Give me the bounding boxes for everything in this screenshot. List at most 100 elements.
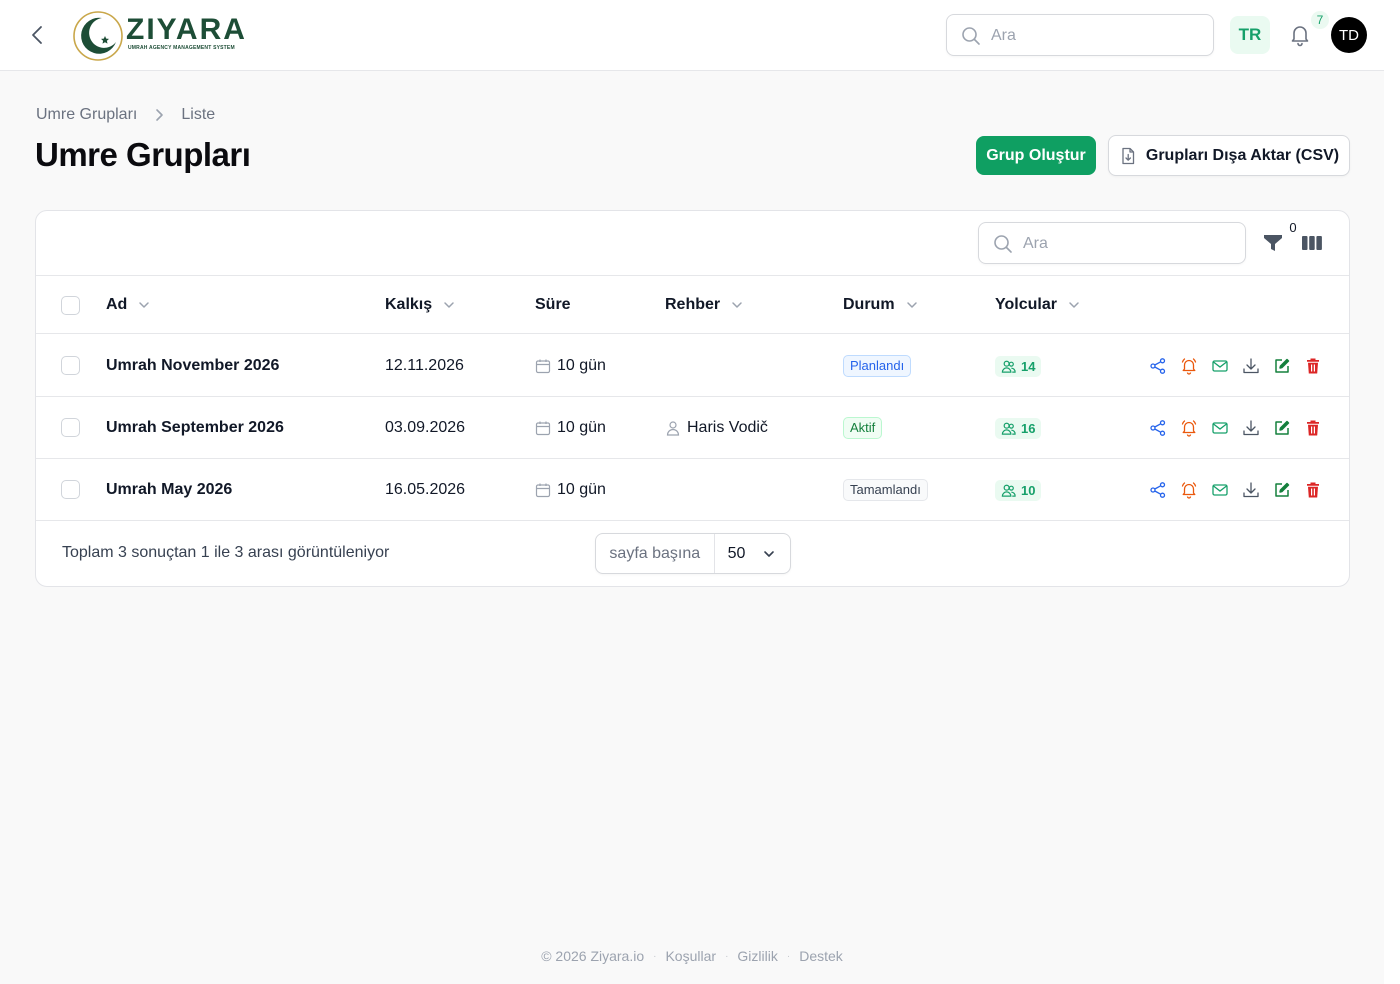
duration-value: 10 gün xyxy=(557,481,606,498)
row-checkbox[interactable] xyxy=(61,356,80,375)
duration-cell: 10 gün xyxy=(535,397,606,459)
per-page-select[interactable]: 50 xyxy=(715,534,790,573)
edit-icon[interactable] xyxy=(1271,355,1293,377)
mail-icon[interactable] xyxy=(1209,355,1231,377)
separator-dot: · xyxy=(725,950,729,962)
passenger-count-badge[interactable]: 14 xyxy=(995,355,1042,377)
trash-icon[interactable] xyxy=(1302,479,1324,501)
row-checkbox[interactable] xyxy=(61,418,80,437)
export-csv-button[interactable]: Grupları Dışa Aktar (CSV) xyxy=(1108,135,1350,176)
column-header-status[interactable]: Durum xyxy=(843,276,919,334)
column-header-guide[interactable]: Rehber xyxy=(665,276,744,334)
calendar-icon xyxy=(535,482,551,498)
passengers-cell: 10 xyxy=(995,459,1042,521)
users-icon xyxy=(1001,422,1016,435)
guide-name: Haris Vodič xyxy=(687,419,768,436)
create-group-button[interactable]: Grup Oluştur xyxy=(976,136,1096,175)
back-icon[interactable] xyxy=(26,23,50,47)
group-name[interactable]: Umrah May 2026 xyxy=(106,459,232,521)
select-all-checkbox[interactable] xyxy=(61,296,80,315)
status-badge: Tamamlandı xyxy=(843,479,928,501)
column-header-passengers[interactable]: Yolcular xyxy=(995,276,1081,334)
download-icon[interactable] xyxy=(1240,417,1262,439)
passengers-cell: 16 xyxy=(995,397,1042,459)
status-cell: Aktif xyxy=(843,397,883,459)
search-icon xyxy=(993,234,1013,254)
filter-icon[interactable] xyxy=(1263,233,1283,253)
duration-cell: 10 gün xyxy=(535,335,606,397)
language-switcher[interactable]: TR xyxy=(1230,16,1270,54)
duration-value: 10 gün xyxy=(557,357,606,374)
group-name[interactable]: Umrah September 2026 xyxy=(106,397,284,459)
footer-link-support[interactable]: Destek xyxy=(799,948,843,964)
notification-count-badge: 7 xyxy=(1311,11,1329,29)
users-icon xyxy=(1001,360,1016,373)
trash-icon[interactable] xyxy=(1302,417,1324,439)
user-icon xyxy=(665,420,681,436)
column-header-departure[interactable]: Kalkış xyxy=(385,276,456,334)
status-cell: Tamamlandı xyxy=(843,459,928,521)
separator-dot: · xyxy=(786,950,791,962)
vertical-scrollbar[interactable] xyxy=(1384,0,1400,984)
edit-icon[interactable] xyxy=(1271,479,1293,501)
footer-link-privacy[interactable]: Gizlilik xyxy=(737,948,777,964)
row-checkbox[interactable] xyxy=(61,480,80,499)
global-search[interactable] xyxy=(946,14,1214,56)
passenger-count: 16 xyxy=(1021,420,1036,436)
passenger-count-badge[interactable]: 10 xyxy=(995,479,1042,501)
breadcrumb-parent-link[interactable]: Umre Grupları xyxy=(36,106,137,124)
column-duration-label: Süre xyxy=(535,296,571,313)
table-search-input[interactable] xyxy=(1023,232,1233,256)
results-summary: Toplam 3 sonuçtan 1 ile 3 arası görüntül… xyxy=(62,544,390,561)
page-footer: © 2026 Ziyara.io · Koşullar · Gizlilik ·… xyxy=(0,948,1384,964)
table-row[interactable]: Umrah May 2026 16.05.2026 10 gün Tamamla… xyxy=(36,459,1349,521)
trash-icon[interactable] xyxy=(1302,355,1324,377)
chevron-down-icon xyxy=(137,298,151,312)
group-name[interactable]: Umrah November 2026 xyxy=(106,335,279,397)
table-row[interactable]: Umrah November 2026 12.11.2026 10 gün Pl… xyxy=(36,335,1349,397)
footer-link-terms[interactable]: Koşullar xyxy=(665,948,716,964)
download-icon[interactable] xyxy=(1240,479,1262,501)
columns-toggle-icon[interactable] xyxy=(1301,233,1323,253)
brand-logo[interactable]: ZIYARA UMRAH AGENCY MANAGEMENT SYSTEM xyxy=(72,10,252,62)
table-search[interactable] xyxy=(978,222,1246,264)
chevron-down-icon xyxy=(764,550,774,557)
bell-icon[interactable] xyxy=(1178,479,1200,501)
column-header-name[interactable]: Ad xyxy=(106,276,151,334)
status-badge: Planlandı xyxy=(843,355,912,377)
copyright: © 2026 Ziyara.io xyxy=(541,948,645,964)
share-icon[interactable] xyxy=(1147,355,1169,377)
mail-icon[interactable] xyxy=(1209,417,1231,439)
duration-cell: 10 gün xyxy=(535,459,606,521)
notifications-bell-icon[interactable] xyxy=(1288,23,1312,47)
status-badge: Aktif xyxy=(843,417,883,439)
chevron-right-icon xyxy=(151,107,167,123)
share-icon[interactable] xyxy=(1147,479,1169,501)
download-icon[interactable] xyxy=(1240,355,1262,377)
per-page-value: 50 xyxy=(727,544,746,562)
chevron-down-icon xyxy=(730,298,744,312)
filter-count-badge: 0 xyxy=(1289,219,1297,235)
column-status-label: Durum xyxy=(843,296,895,313)
edit-icon[interactable] xyxy=(1271,417,1293,439)
share-icon[interactable] xyxy=(1147,417,1169,439)
passenger-count: 14 xyxy=(1021,358,1036,374)
bell-icon[interactable] xyxy=(1178,355,1200,377)
row-actions xyxy=(1147,459,1333,521)
search-icon xyxy=(961,26,981,46)
global-search-input[interactable] xyxy=(991,24,1201,48)
bell-icon[interactable] xyxy=(1178,417,1200,439)
separator-dot: · xyxy=(653,950,657,962)
top-bar: ZIYARA UMRAH AGENCY MANAGEMENT SYSTEM TR… xyxy=(0,0,1384,71)
passenger-count-badge[interactable]: 16 xyxy=(995,417,1042,439)
crescent-star-icon xyxy=(72,10,124,62)
guide-cell: Haris Vodič xyxy=(665,397,768,459)
departure-date: 12.11.2026 xyxy=(385,357,464,374)
table-row[interactable]: Umrah September 2026 03.09.2026 10 gün H… xyxy=(36,397,1349,459)
user-avatar[interactable]: TD xyxy=(1331,17,1367,53)
chevron-down-icon xyxy=(442,298,456,312)
table-toolbar: 0 xyxy=(36,211,1349,276)
page-title: Umre Grupları xyxy=(35,136,251,173)
mail-icon[interactable] xyxy=(1209,479,1231,501)
column-departure-label: Kalkış xyxy=(385,296,433,313)
